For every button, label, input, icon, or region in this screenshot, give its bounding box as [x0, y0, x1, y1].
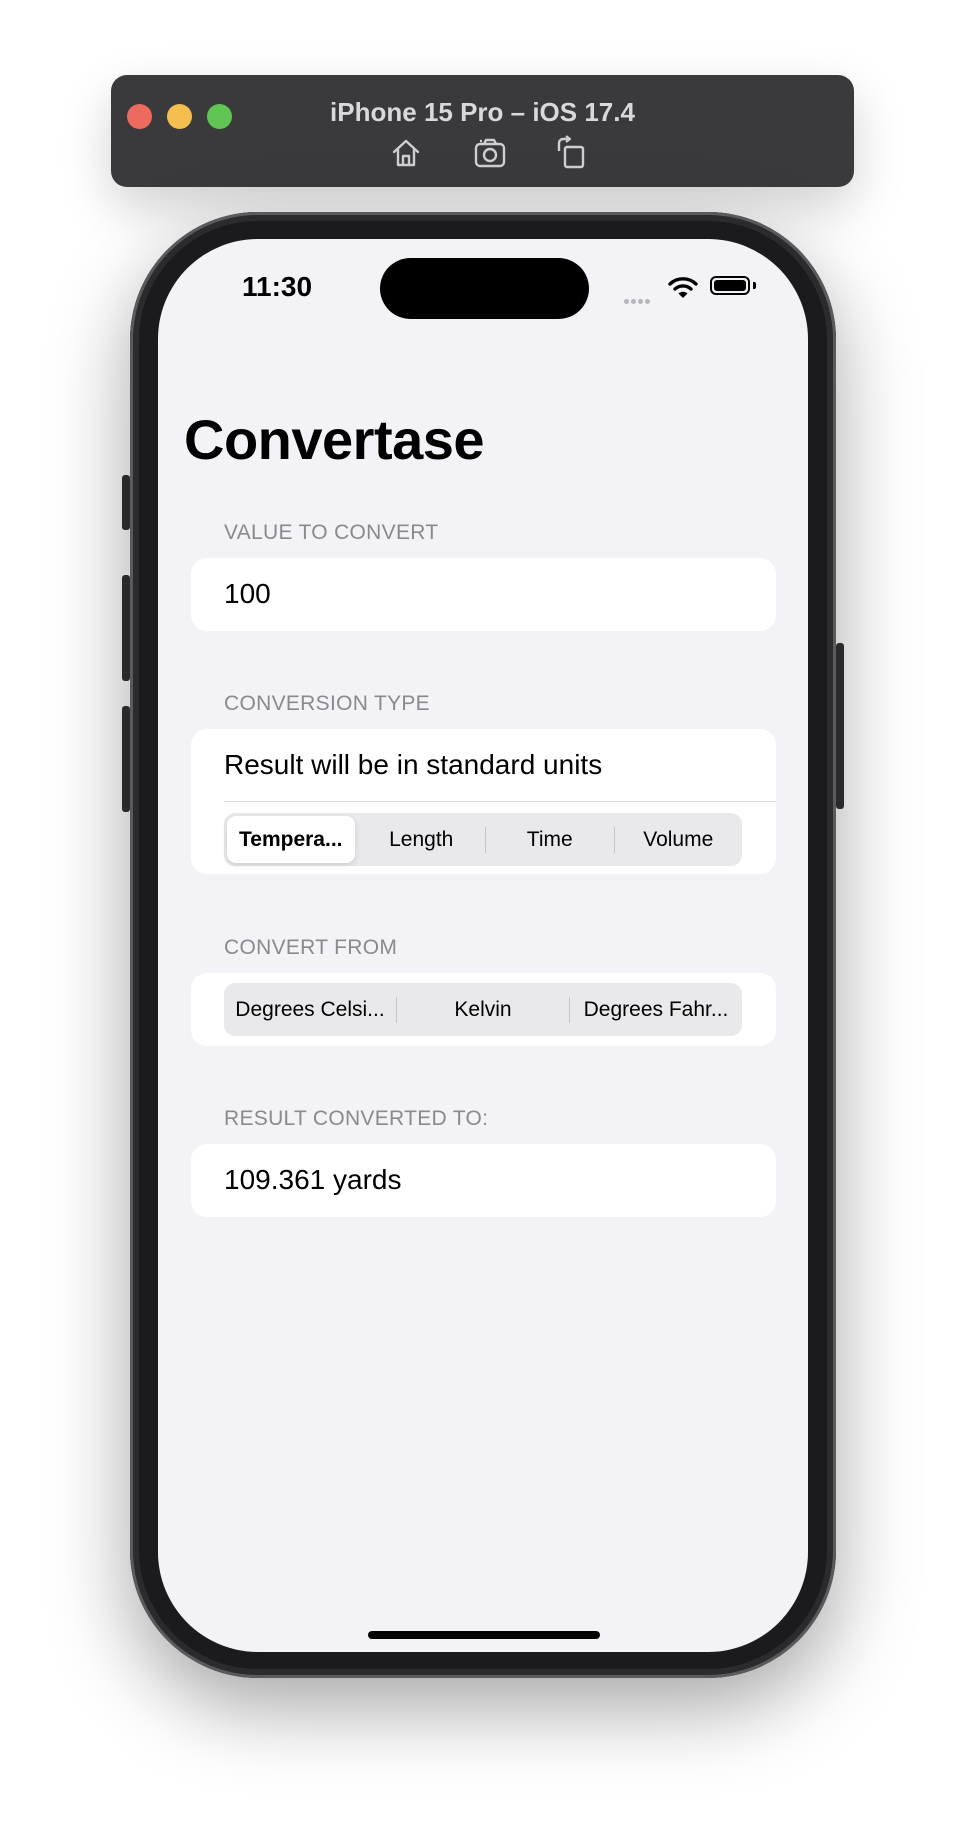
- conversion-type-picker: Tempera... Length Time Volume: [224, 813, 742, 866]
- home-icon[interactable]: [388, 135, 424, 171]
- simulator-title: iPhone 15 Pro – iOS 17.4: [330, 97, 635, 127]
- convert-from-picker: Degrees Celsi... Kelvin Degrees Fahr...: [224, 983, 742, 1036]
- page-title: Convertase: [184, 408, 485, 471]
- home-indicator[interactable]: [368, 1631, 600, 1639]
- segment-temperature[interactable]: Tempera...: [227, 816, 355, 863]
- convert-from-card: Degrees Celsi... Kelvin Degrees Fahr...: [191, 973, 776, 1046]
- segment-fahrenheit[interactable]: Degrees Fahr...: [570, 986, 742, 1033]
- convert-from-header: CONVERT FROM: [224, 936, 398, 959]
- battery-tip: [753, 282, 756, 289]
- segment-kelvin[interactable]: Kelvin: [397, 986, 569, 1033]
- result-value: 109.361 yards: [224, 1164, 402, 1195]
- segment-length[interactable]: Length: [358, 816, 486, 863]
- volume-up-button[interactable]: [122, 575, 130, 681]
- value-input[interactable]: 100: [224, 578, 271, 610]
- segment-celsius[interactable]: Degrees Celsi...: [224, 986, 396, 1033]
- value-card: 100: [191, 558, 776, 631]
- conversion-note: Result will be in standard units: [224, 749, 603, 780]
- cellular-signal-icon: [624, 291, 652, 309]
- volume-down-button[interactable]: [122, 706, 130, 812]
- conversion-type-card: Result will be in standard units Tempera…: [191, 729, 776, 874]
- wifi-icon: [668, 277, 698, 298]
- rotate-icon[interactable]: [553, 135, 589, 171]
- value-section-header: VALUE TO CONVERT: [224, 521, 439, 544]
- action-button[interactable]: [122, 475, 130, 530]
- screenshot-icon[interactable]: [473, 135, 509, 171]
- conversion-type-header: CONVERSION TYPE: [224, 692, 430, 715]
- status-time: 11:30: [242, 271, 313, 302]
- result-card: 109.361 yards: [191, 1144, 776, 1217]
- result-section-header: RESULT CONVERTED TO:: [224, 1107, 489, 1130]
- simulator-title-bar: iPhone 15 Pro – iOS 17.4: [111, 75, 854, 187]
- device-screen: 11:30 Convertase VALUE TO CONVERT 100 CO…: [158, 239, 808, 1652]
- segment-volume[interactable]: Volume: [615, 816, 743, 863]
- battery-icon: [710, 276, 750, 295]
- power-button[interactable]: [836, 643, 844, 809]
- dynamic-island: [380, 258, 589, 319]
- segment-time[interactable]: Time: [486, 816, 614, 863]
- cell-divider: [224, 801, 776, 802]
